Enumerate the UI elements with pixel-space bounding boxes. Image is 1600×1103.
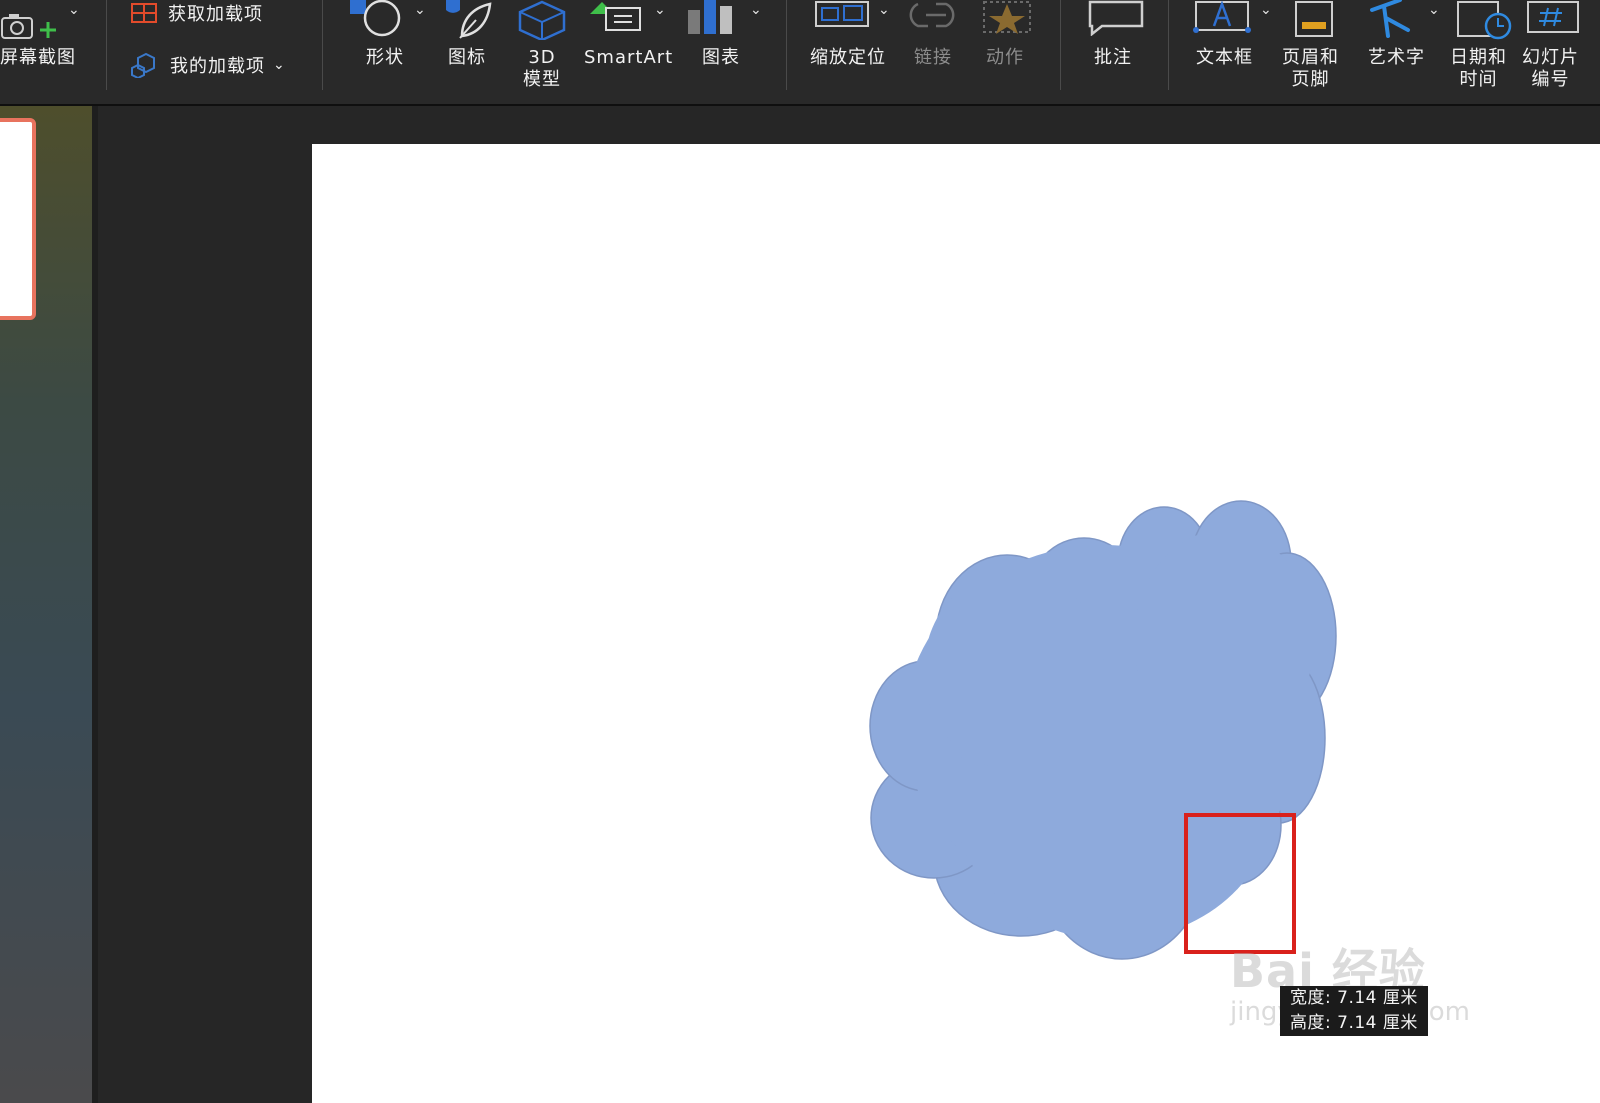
link-label: 链接: [914, 47, 952, 68]
my-addins-button[interactable]: 我的加载项 ⌄: [130, 52, 286, 78]
star-icon: [983, 1, 1031, 34]
smartart-label: SmartArt: [584, 47, 674, 68]
zoom-slides-icon: [815, 1, 869, 27]
header-footer-label: 页眉和 页脚: [1282, 47, 1339, 90]
chevron-down-icon[interactable]: ⌄: [414, 2, 426, 18]
chevron-down-icon[interactable]: ⌄: [878, 2, 890, 18]
my-addins-label: 我的加载项: [170, 56, 265, 77]
3d-model-label: 3D 模型: [523, 47, 561, 90]
shapes-icon: [350, 0, 401, 37]
size-tooltip: 宽度: 7.14 厘米 高度: 7.14 厘米: [1280, 986, 1428, 1036]
slide-number-icon: [1527, 1, 1579, 33]
separator: [322, 0, 323, 90]
date-time-label: 日期和 时间: [1450, 47, 1507, 90]
separator: [106, 0, 107, 90]
separator: [786, 0, 787, 90]
textbox-icon: [1193, 0, 1251, 33]
shapes-label: 形状: [366, 47, 404, 68]
store-icon: [131, 3, 157, 23]
textbox-label: 文本框: [1196, 47, 1253, 68]
get-addins-label: 获取加载项: [168, 4, 263, 25]
comment-icon: [1088, 0, 1144, 36]
link-icon: [909, 2, 955, 28]
chevron-down-icon[interactable]: ⌄: [654, 2, 666, 18]
chevron-down-icon[interactable]: ⌄: [273, 57, 286, 73]
chevron-down-icon[interactable]: ⌄: [750, 2, 762, 18]
camera-icon: [1, 14, 56, 39]
action-label: 动作: [986, 47, 1024, 68]
separator: [1060, 0, 1061, 90]
slide-number-label: 幻灯片 编号: [1522, 47, 1579, 90]
tooltip-height: 高度: 7.14 厘米: [1290, 1013, 1418, 1033]
header-footer-icon: [1295, 1, 1333, 37]
chevron-down-icon[interactable]: ⌄: [1260, 2, 1272, 18]
leaf-icon: [446, 0, 492, 39]
zoom-label: 缩放定位: [810, 47, 886, 68]
addin-hex-icon: [131, 52, 155, 78]
highlight-box: [1184, 813, 1296, 954]
wordart-label: 艺术字: [1368, 47, 1425, 68]
slide-thumbnail-selected[interactable]: [0, 118, 36, 320]
chevron-down-icon[interactable]: ⌄: [68, 2, 80, 18]
chart-label: 图表: [702, 47, 740, 68]
separator: [1168, 0, 1169, 90]
icons-label: 图标: [448, 47, 486, 68]
smartart-icon: [590, 2, 641, 31]
calendar-clock-icon: [1457, 1, 1512, 40]
wordart-icon: [1370, 0, 1410, 38]
cube-icon: [518, 0, 566, 40]
bar-chart-icon: [688, 0, 732, 34]
comment-label: 批注: [1094, 47, 1132, 68]
screenshot-label: 屏幕截图: [0, 47, 76, 68]
get-addins-button[interactable]: 获取加载项: [130, 0, 263, 26]
chevron-down-icon[interactable]: ⌄: [1428, 2, 1440, 18]
tooltip-width: 宽度: 7.14 厘米: [1290, 988, 1418, 1008]
ribbon-insert-tab: ⌄ 屏幕截图 获取加载项 我的加载项 ⌄ ⌄ 形状 图标 3D 模型 ⌄ Sma…: [0, 0, 1600, 106]
